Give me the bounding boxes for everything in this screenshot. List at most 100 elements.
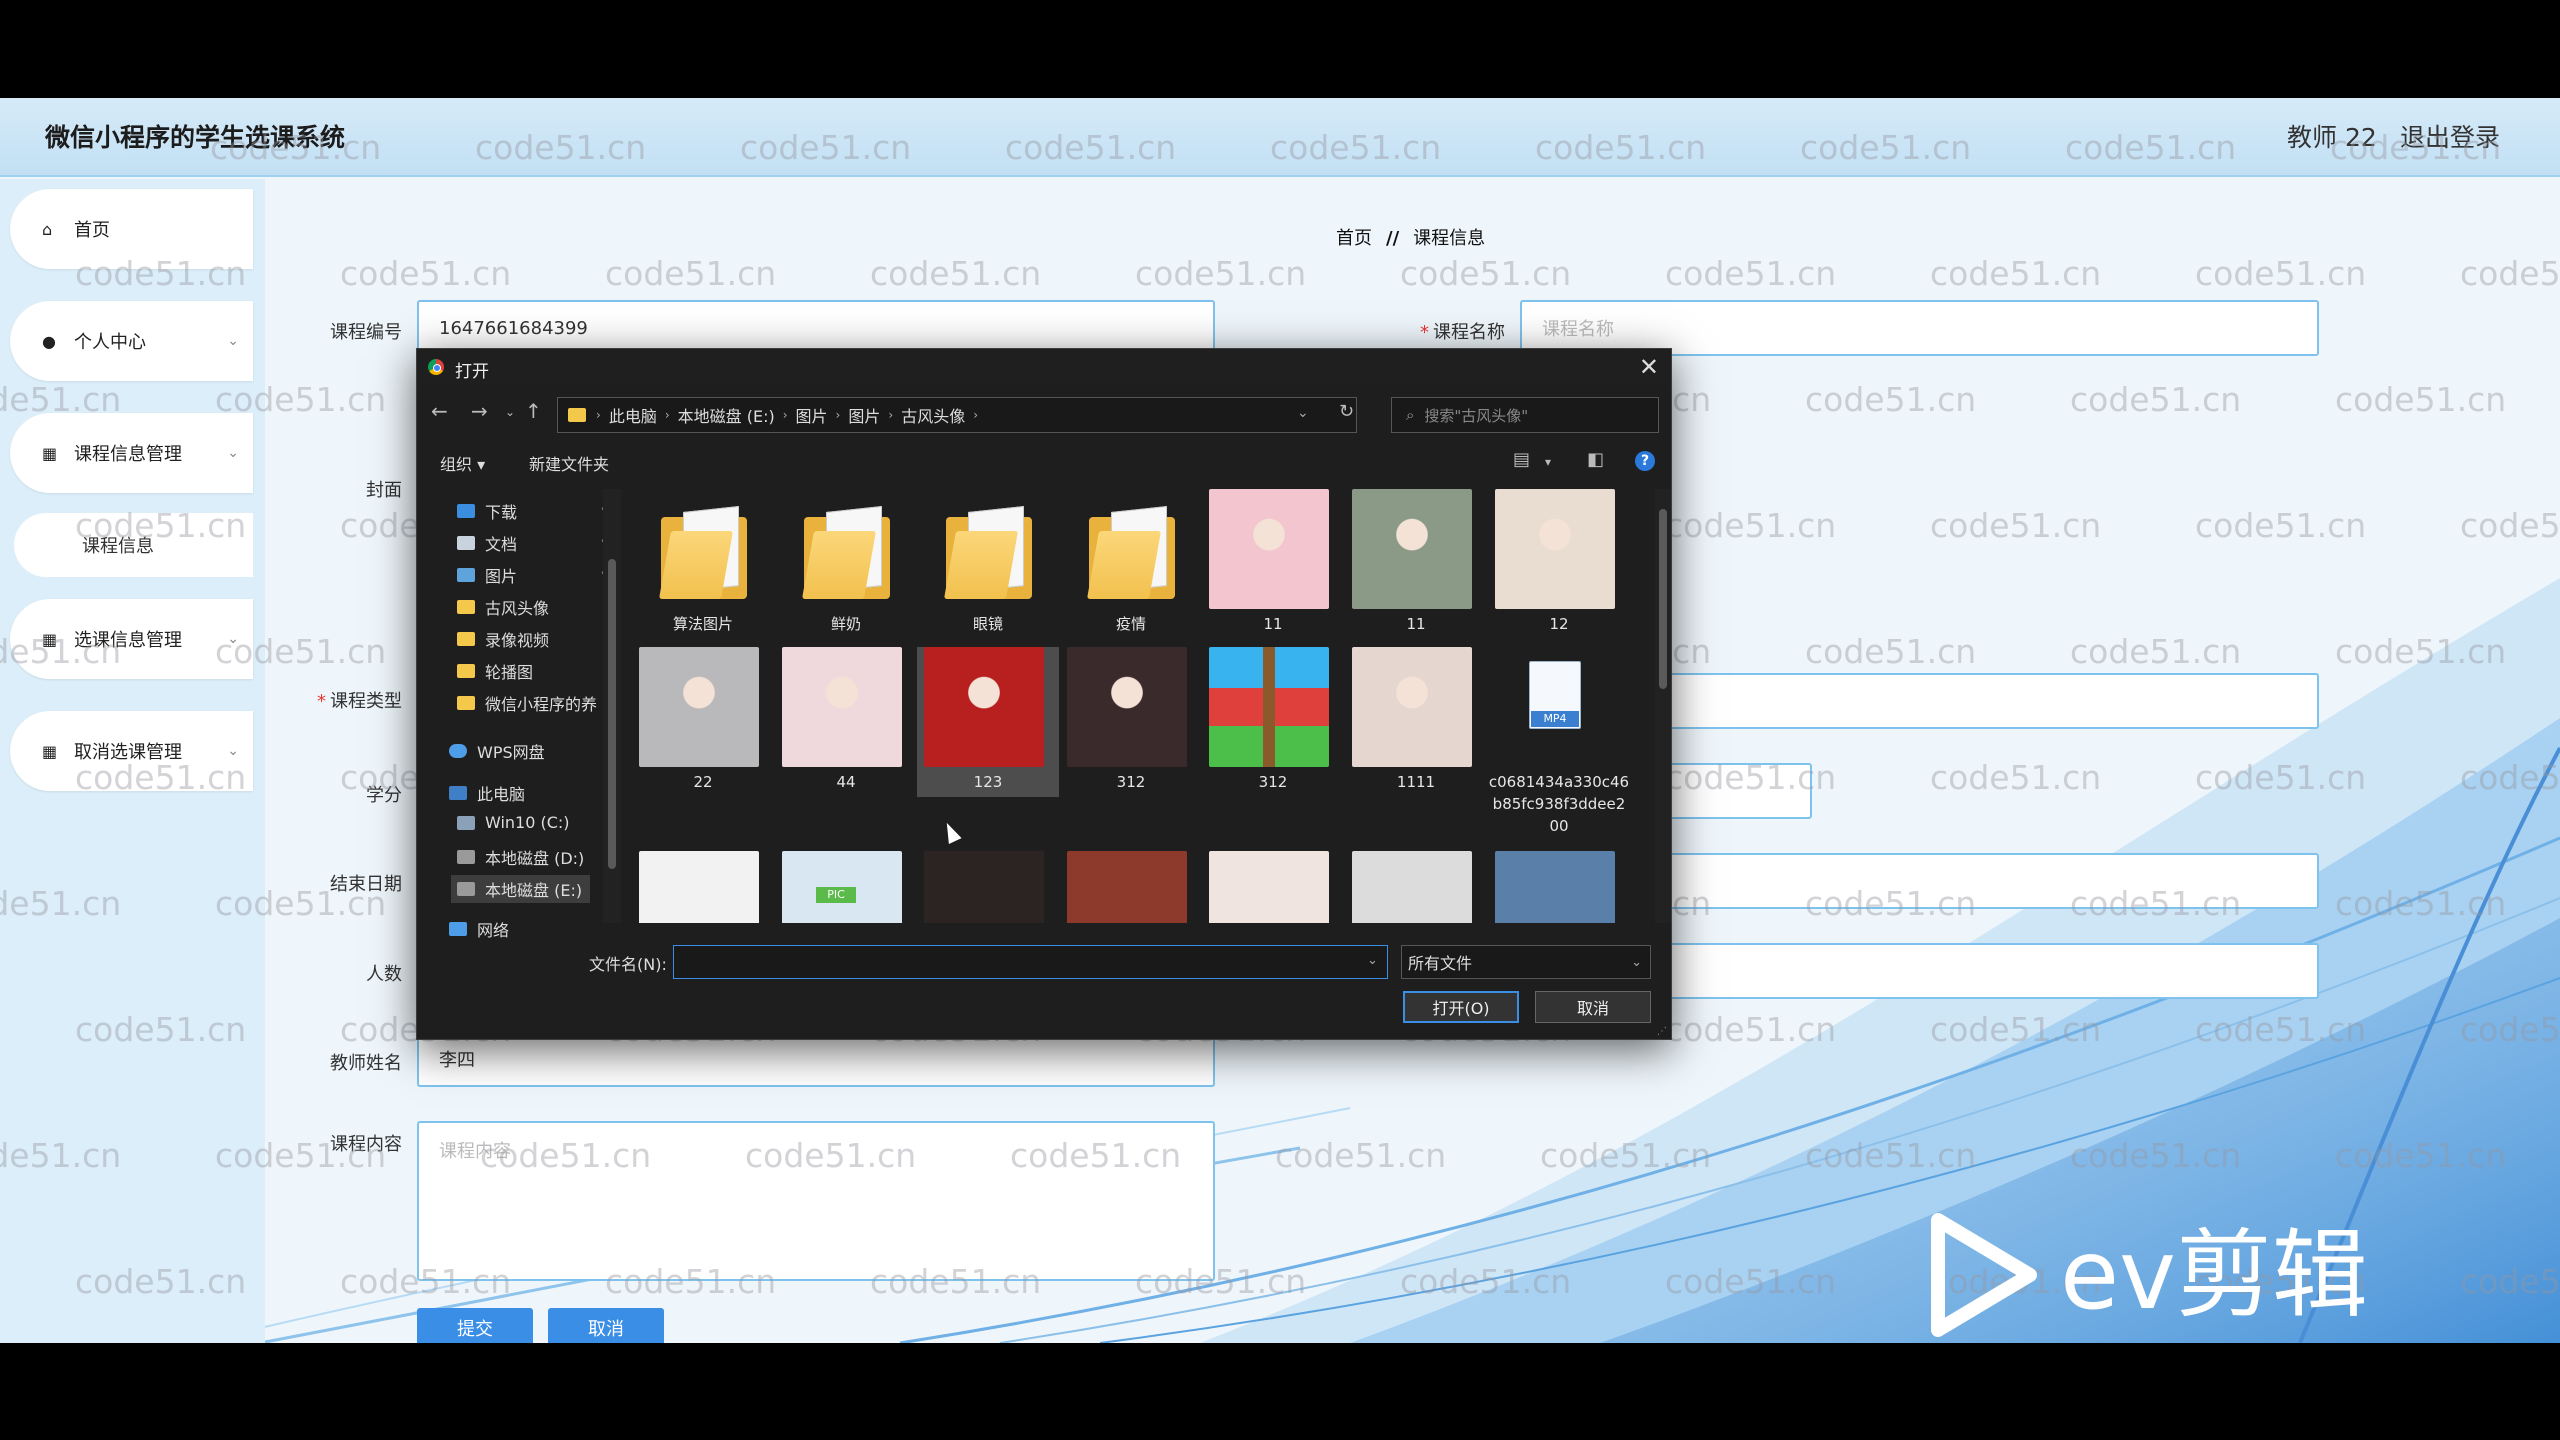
forward-arrow-icon[interactable]: →: [471, 399, 488, 423]
file-item[interactable]: 22: [632, 647, 774, 797]
preview-pane-icon[interactable]: ◧: [1587, 449, 1604, 470]
file-item[interactable]: PIC: [775, 851, 917, 923]
nav-item-folder[interactable]: 录像视频: [457, 627, 549, 651]
file-item[interactable]: 12: [1488, 489, 1630, 639]
sidebar-subitem-course-info[interactable]: 课程信息: [14, 513, 253, 577]
file-name: 312: [1258, 773, 1288, 791]
course-content-textarea[interactable]: 课程内容: [417, 1121, 1215, 1281]
sidebar-item-cancel-selection-mgmt[interactable]: ▦ 取消选课管理 ⌄: [10, 711, 253, 791]
sidebar-item-selection-mgmt[interactable]: ▦ 选课信息管理 ⌄: [10, 599, 253, 679]
file-name-label: 文件名(N):: [589, 955, 667, 974]
sidebar-item-label: 选课信息管理: [74, 630, 182, 651]
logout-link[interactable]: 退出登录: [2400, 118, 2500, 154]
file-item[interactable]: 1111: [1345, 647, 1487, 797]
nav-item-this-pc[interactable]: 此电脑: [449, 781, 525, 805]
path-segment[interactable]: 此电脑: [609, 403, 657, 427]
refresh-icon[interactable]: ↻: [1339, 401, 1354, 422]
course-type-select[interactable]: [1660, 673, 2319, 729]
chevron-right-icon: ›: [782, 408, 788, 422]
file-item[interactable]: [632, 851, 774, 923]
picture-icon: [457, 568, 475, 582]
nav-item-folder[interactable]: 古风头像: [457, 595, 549, 619]
dialog-toolbar: 组织 ▾ 新建文件夹 ▤ ▾ ◧ ?: [417, 439, 1671, 483]
image-thumbnail: [1067, 647, 1187, 767]
current-user: 教师 22: [2287, 123, 2377, 152]
help-icon[interactable]: ?: [1635, 451, 1655, 471]
chevron-down-icon: ⌄: [227, 333, 239, 349]
breadcrumb-home[interactable]: 首页: [1336, 228, 1372, 249]
ev-editor-logo: ev剪辑: [1931, 1213, 2368, 1337]
file-grid-scrollbar[interactable]: [1655, 489, 1671, 923]
nav-item-drive-d[interactable]: 本地磁盘 (D:): [457, 845, 584, 869]
file-item[interactable]: [917, 851, 1059, 923]
close-icon[interactable]: ✕: [1639, 353, 1659, 381]
view-options-icon[interactable]: ▤: [1513, 449, 1530, 470]
file-item[interactable]: 123: [917, 647, 1059, 797]
file-item[interactable]: [1202, 851, 1344, 923]
file-type-select[interactable]: 所有文件 ⌄: [1401, 945, 1651, 979]
file-item[interactable]: 44: [775, 647, 917, 797]
nav-item-drive-e[interactable]: 本地磁盘 (E:): [451, 875, 591, 903]
nav-item-pictures[interactable]: 图片✎: [457, 563, 611, 587]
nav-item-drive-c[interactable]: Win10 (C:): [457, 813, 570, 832]
dialog-cancel-button[interactable]: 取消: [1535, 991, 1651, 1023]
sidebar-item-home[interactable]: ⌂ 首页: [10, 189, 253, 269]
sidebar-item-label: 首页: [74, 220, 110, 241]
label-course-name: * 课程名称: [1365, 318, 1505, 344]
nav-label: WPS网盘: [477, 743, 545, 762]
credit-input[interactable]: [1660, 763, 1812, 819]
organize-menu[interactable]: 组织 ▾: [440, 451, 485, 475]
nav-item-folder[interactable]: 微信小程序的养: [457, 691, 597, 715]
nav-item-network[interactable]: 网络: [449, 917, 509, 941]
file-item[interactable]: 疫情: [1060, 489, 1202, 639]
file-item[interactable]: 11: [1345, 489, 1487, 639]
path-segment[interactable]: 图片: [796, 403, 828, 427]
home-icon: ⌂: [42, 219, 53, 239]
chevron-down-icon[interactable]: ▾: [1545, 455, 1551, 469]
file-item[interactable]: [1060, 851, 1202, 923]
chevron-down-icon[interactable]: ⌄: [1367, 953, 1378, 968]
chevron-down-icon[interactable]: ⌄: [1297, 405, 1309, 421]
address-bar[interactable]: › 此电脑 › 本地磁盘 (E:) › 图片 › 图片 › 古风头像 ›: [557, 397, 1357, 433]
breadcrumb: 首页 // 课程信息: [1336, 224, 1485, 250]
path-segment[interactable]: 图片: [848, 403, 880, 427]
nav-item-folder[interactable]: 轮播图: [457, 659, 533, 683]
sidebar-item-course-info-mgmt[interactable]: ▦ 课程信息管理 ⌄: [10, 413, 253, 493]
count-input[interactable]: [1660, 943, 2319, 999]
file-item[interactable]: 312: [1202, 647, 1344, 797]
scroll-thumb[interactable]: [608, 559, 616, 869]
file-name-input[interactable]: [673, 945, 1388, 979]
scroll-thumb[interactable]: [1659, 509, 1667, 689]
back-arrow-icon[interactable]: ←: [431, 399, 448, 423]
file-name: 算法图片: [672, 615, 733, 633]
sidebar-item-profile[interactable]: ● 个人中心 ⌄: [10, 301, 253, 381]
nav-item-documents[interactable]: 文档✎: [457, 531, 611, 555]
file-item[interactable]: 11: [1202, 489, 1344, 639]
search-box[interactable]: ⌕ 搜索"古风头像": [1391, 397, 1659, 433]
file-item[interactable]: MP4 c0681434a330c46b85fc938f3ddee200: [1488, 647, 1630, 843]
end-date-input[interactable]: [1660, 853, 2319, 909]
download-icon: [457, 504, 475, 518]
file-item[interactable]: 算法图片: [632, 489, 774, 639]
up-arrow-icon[interactable]: ↑: [525, 399, 542, 423]
open-button[interactable]: 打开(O): [1403, 991, 1519, 1023]
cancel-button[interactable]: 取消: [548, 1308, 664, 1343]
label-credit: 学分: [366, 785, 402, 806]
file-item[interactable]: [1345, 851, 1487, 923]
new-folder-button[interactable]: 新建文件夹: [529, 451, 609, 475]
file-item[interactable]: 眼镜: [917, 489, 1059, 639]
nav-scrollbar[interactable]: [603, 489, 621, 923]
path-segment[interactable]: 本地磁盘 (E:): [678, 403, 775, 427]
file-name: 眼镜: [972, 615, 1003, 633]
file-item[interactable]: 鲜奶: [775, 489, 917, 639]
path-segment[interactable]: 古风头像: [901, 403, 965, 427]
nav-item-wps[interactable]: WPS网盘: [449, 739, 545, 763]
nav-label: 图片: [485, 567, 518, 586]
recent-dropdown-icon[interactable]: ⌄: [505, 405, 515, 419]
submit-button[interactable]: 提交: [417, 1308, 533, 1343]
nav-item-downloads[interactable]: 下载✎: [457, 499, 611, 523]
file-item[interactable]: [1488, 851, 1630, 923]
folder-icon: [568, 408, 586, 422]
file-item[interactable]: 312: [1060, 647, 1202, 797]
resize-grip-icon[interactable]: ⋰: [1657, 1026, 1667, 1037]
